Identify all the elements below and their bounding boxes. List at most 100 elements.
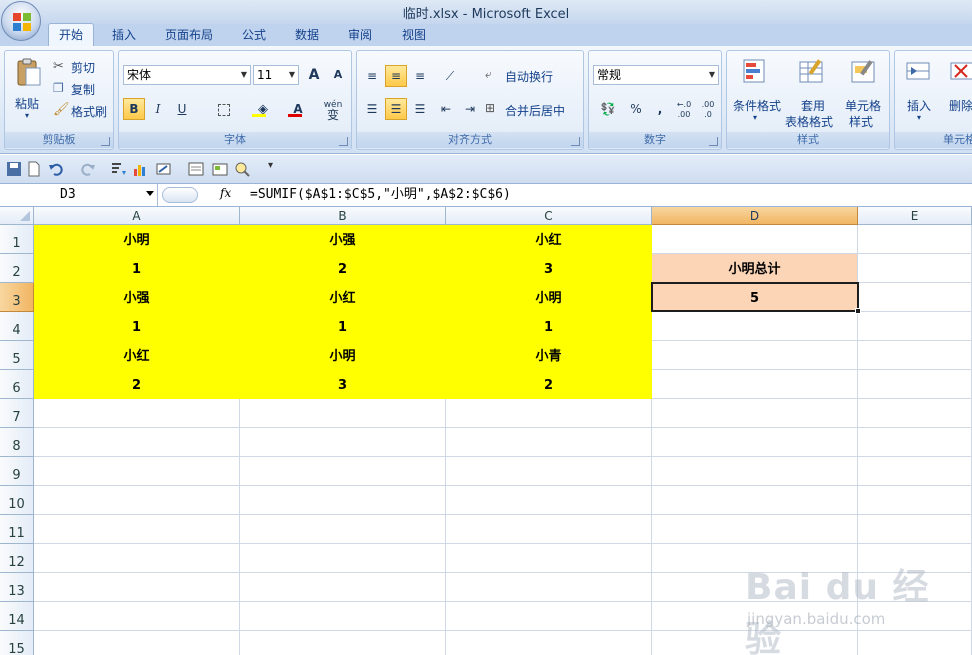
cell-b2[interactable]: 2 — [240, 254, 446, 283]
cell-b7[interactable] — [240, 399, 446, 428]
cell-e4[interactable] — [858, 312, 972, 341]
cell-b9[interactable] — [240, 457, 446, 486]
fill-handle[interactable] — [855, 308, 861, 314]
delete-cells-button[interactable]: 删除 — [943, 55, 972, 129]
align-center-button[interactable]: ☰ — [385, 98, 407, 120]
tab-review[interactable]: 审阅 — [338, 24, 382, 46]
redo-icon[interactable] — [80, 161, 96, 177]
underline-button[interactable]: U — [171, 98, 193, 120]
decrease-decimal-button[interactable]: .00 .0 — [697, 97, 719, 123]
cell-e11[interactable] — [858, 515, 972, 544]
column-header-d[interactable]: D — [652, 207, 858, 225]
cell-b8[interactable] — [240, 428, 446, 457]
cell-e10[interactable] — [858, 486, 972, 515]
row-header-10[interactable]: 10 — [0, 486, 34, 515]
cell-c9[interactable] — [446, 457, 652, 486]
customize-toolbar-icon[interactable]: ▾ — [268, 160, 273, 171]
cell-a6[interactable]: 2 — [34, 370, 240, 399]
increase-decimal-button[interactable]: ←.0 .00 — [673, 97, 695, 123]
phonetic-button[interactable]: wén 变 — [317, 97, 349, 123]
cell-d8[interactable] — [652, 428, 858, 457]
cell-a12[interactable] — [34, 544, 240, 573]
decrease-indent-button[interactable]: ⇤ — [435, 98, 457, 120]
wrap-text-button[interactable]: ⤶ 自动换行 — [485, 67, 581, 87]
cell-a14[interactable] — [34, 602, 240, 631]
new-document-icon[interactable] — [26, 161, 42, 177]
cell-d5[interactable] — [652, 341, 858, 370]
formula-input[interactable]: =SUMIF($A$1:$C$5,"小明",$A$2:$C$6) — [250, 184, 511, 206]
format-as-table-button[interactable]: 套用 表格格式 — [785, 55, 839, 129]
cell-c15[interactable] — [446, 631, 652, 655]
cell-c12[interactable] — [446, 544, 652, 573]
cell-b1[interactable]: 小强 — [240, 225, 446, 254]
font-launcher-icon[interactable] — [339, 137, 348, 146]
cell-c14[interactable] — [446, 602, 652, 631]
cell-c13[interactable] — [446, 573, 652, 602]
cell-c3[interactable]: 小明 — [446, 283, 652, 312]
cell-e7[interactable] — [858, 399, 972, 428]
grow-font-button[interactable]: A — [303, 64, 325, 86]
cell-c4[interactable]: 1 — [446, 312, 652, 341]
office-button[interactable] — [1, 1, 41, 41]
insert-function-button[interactable]: fx — [220, 186, 231, 200]
fill-color-button[interactable]: ◈ — [247, 98, 279, 120]
cell-a15[interactable] — [34, 631, 240, 655]
align-left-button[interactable]: ☰ — [361, 98, 383, 120]
save-icon[interactable] — [6, 161, 22, 177]
row-header-14[interactable]: 14 — [0, 602, 34, 631]
cell-d1[interactable] — [652, 225, 858, 254]
cell-d11[interactable] — [652, 515, 858, 544]
cell-c7[interactable] — [446, 399, 652, 428]
align-top-button[interactable]: ≡ — [361, 65, 383, 87]
chart-icon[interactable] — [132, 161, 148, 177]
row-header-11[interactable]: 11 — [0, 515, 34, 544]
row-header-1[interactable]: 1 — [0, 225, 34, 254]
formula-expand-handle[interactable] — [162, 187, 198, 203]
row-header-8[interactable]: 8 — [0, 428, 34, 457]
cell-b10[interactable] — [240, 486, 446, 515]
cell-d10[interactable] — [652, 486, 858, 515]
cell-b11[interactable] — [240, 515, 446, 544]
clipboard-launcher-icon[interactable] — [101, 137, 110, 146]
paste-button[interactable]: 粘贴 ▾ — [9, 55, 47, 125]
column-header-c[interactable]: C — [446, 207, 652, 225]
tab-home[interactable]: 开始 — [48, 23, 94, 46]
increase-indent-button[interactable]: ⇥ — [459, 98, 481, 120]
cell-c5[interactable]: 小青 — [446, 341, 652, 370]
cell-a13[interactable] — [34, 573, 240, 602]
form-icon[interactable] — [188, 161, 204, 177]
cell-b13[interactable] — [240, 573, 446, 602]
cell-e9[interactable] — [858, 457, 972, 486]
cell-c10[interactable] — [446, 486, 652, 515]
orientation-button[interactable]: ⟋ — [435, 65, 465, 87]
cell-b12[interactable] — [240, 544, 446, 573]
font-size-select[interactable]: 11 ▼ — [253, 65, 299, 85]
tab-page-layout[interactable]: 页面布局 — [156, 24, 222, 46]
cell-b14[interactable] — [240, 602, 446, 631]
bold-button[interactable]: B — [123, 98, 145, 120]
cell-c11[interactable] — [446, 515, 652, 544]
undo-icon[interactable] — [48, 161, 64, 177]
align-right-button[interactable]: ☰ — [409, 98, 431, 120]
cell-e1[interactable] — [858, 225, 972, 254]
sort-icon[interactable] — [110, 161, 126, 177]
column-header-b[interactable]: B — [240, 207, 446, 225]
comma-button[interactable]: , — [649, 98, 671, 120]
cell-d2[interactable]: 小明总计 — [652, 254, 858, 283]
camera-icon[interactable] — [212, 161, 228, 177]
merge-center-button[interactable]: ⊞ 合并后居中 — [485, 101, 583, 121]
cell-d7[interactable] — [652, 399, 858, 428]
cell-b15[interactable] — [240, 631, 446, 655]
number-launcher-icon[interactable] — [709, 137, 718, 146]
name-box[interactable]: D3 — [0, 184, 158, 206]
cell-a4[interactable]: 1 — [34, 312, 240, 341]
row-header-3[interactable]: 3 — [0, 283, 34, 312]
cell-e2[interactable] — [858, 254, 972, 283]
cell-d6[interactable] — [652, 370, 858, 399]
cell-b4[interactable]: 1 — [240, 312, 446, 341]
row-header-2[interactable]: 2 — [0, 254, 34, 283]
borders-button[interactable] — [209, 98, 239, 120]
copy-button[interactable]: ❐ 复制 — [53, 79, 113, 99]
cell-c8[interactable] — [446, 428, 652, 457]
cut-button[interactable]: ✂ 剪切 — [53, 57, 113, 77]
